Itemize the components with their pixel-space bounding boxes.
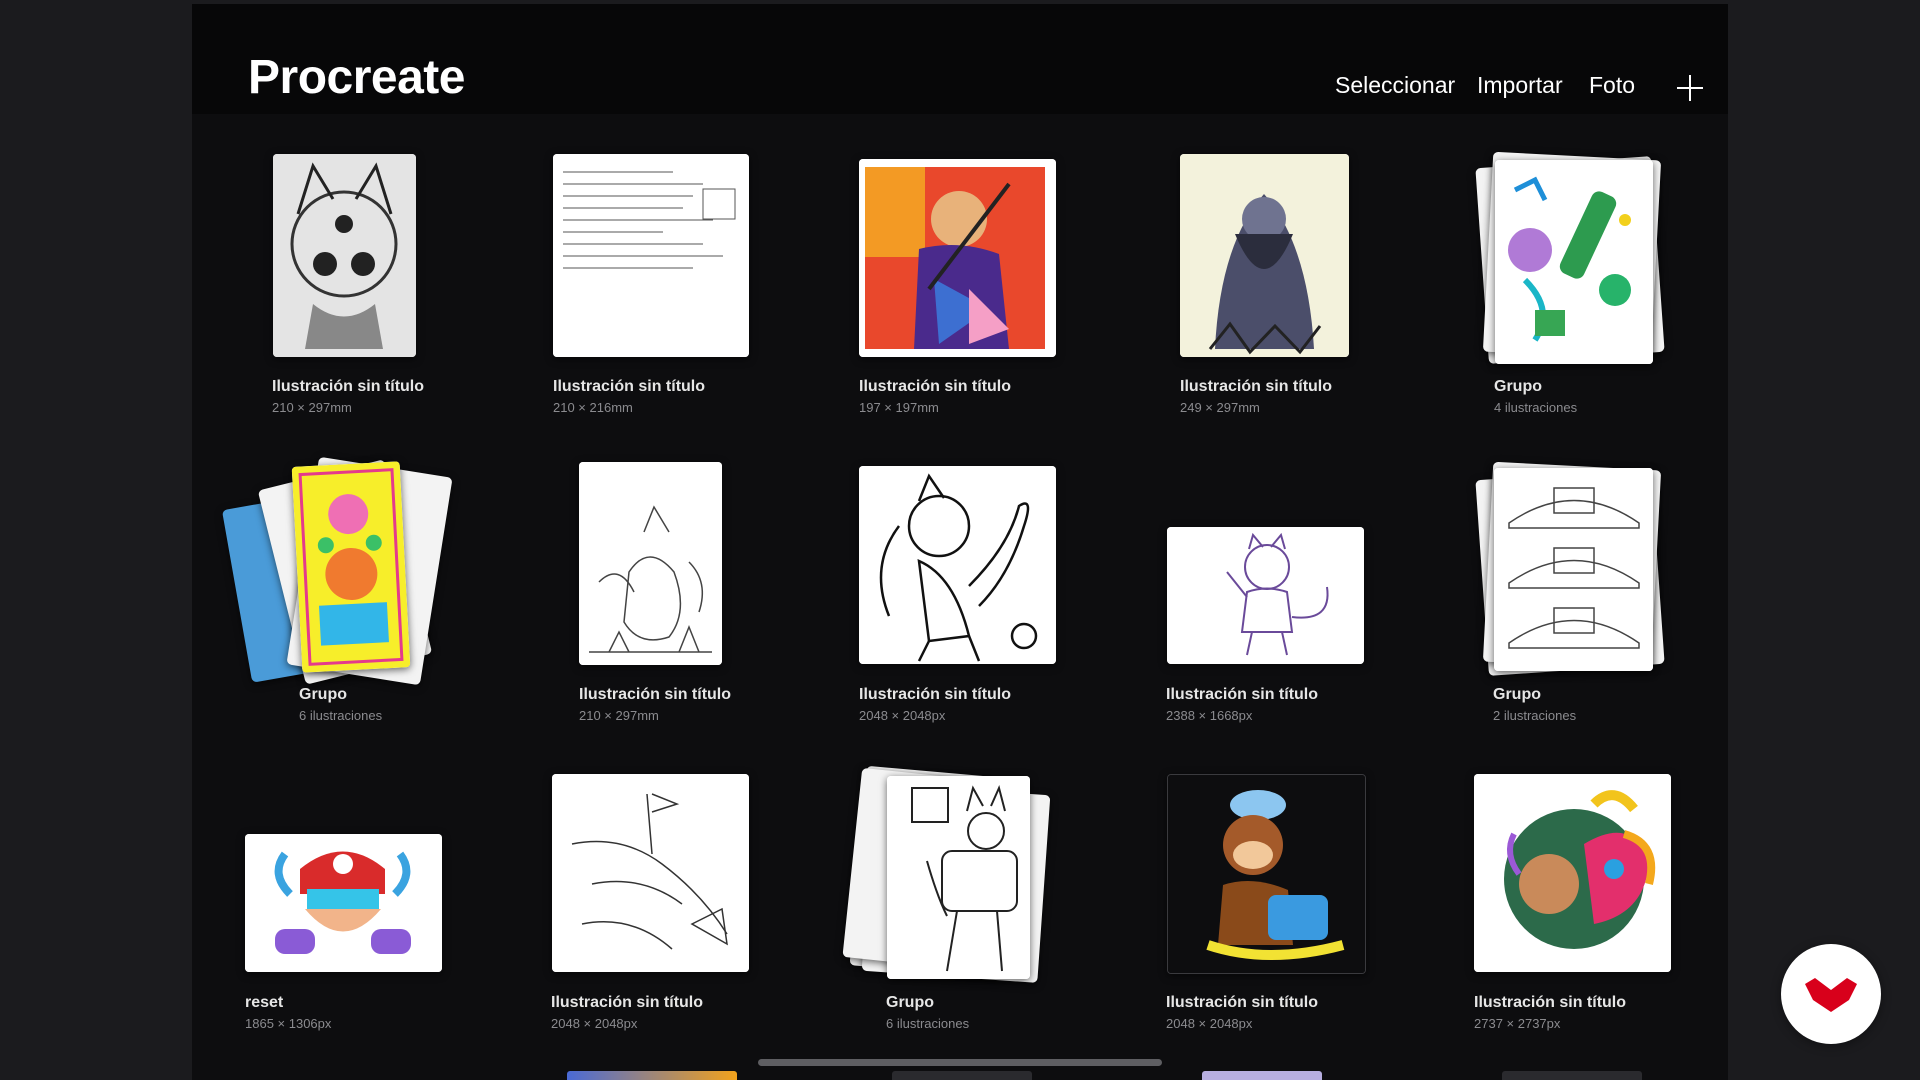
group-title: Grupo <box>886 994 934 1011</box>
select-button[interactable]: Seleccionar <box>1335 72 1455 99</box>
artwork-title: Ilustración sin título <box>551 994 704 1011</box>
artwork-title: Ilustración sin título <box>859 378 1012 395</box>
artwork-size: 2388 × 1668px <box>1166 708 1253 723</box>
artwork-thumbnail[interactable] <box>552 774 749 972</box>
artwork-size: 2048 × 2048px <box>859 708 946 723</box>
artwork-size: 210 × 216mm <box>553 400 633 415</box>
artwork-thumbnail[interactable] <box>553 154 749 357</box>
artwork-thumbnail[interactable] <box>579 462 722 665</box>
artwork-thumbnail[interactable] <box>1167 527 1364 664</box>
group-count: 6 ilustraciones <box>886 1016 970 1031</box>
group-count: 4 ilustraciones <box>1494 400 1578 415</box>
group-title: Grupo <box>1493 686 1541 703</box>
artwork-size: 2048 × 2048px <box>551 1016 638 1031</box>
domestika-logo-icon <box>1805 978 1857 1012</box>
artwork-thumbnail[interactable] <box>245 834 442 972</box>
domestika-badge <box>1781 944 1881 1044</box>
next-row-thumbnail <box>1202 1071 1322 1080</box>
plus-icon[interactable] <box>1674 72 1706 104</box>
group-thumbnail[interactable] <box>1494 468 1653 671</box>
next-row-thumbnail <box>892 1071 1032 1080</box>
group-count: 6 ilustraciones <box>299 708 383 723</box>
artwork-title: Ilustración sin título <box>553 378 706 395</box>
scroll-indicator[interactable] <box>758 1059 1162 1066</box>
artwork-size: 2048 × 2048px <box>1166 1016 1253 1031</box>
import-button[interactable]: Importar <box>1477 72 1563 99</box>
group-thumbnail[interactable] <box>291 461 411 673</box>
artwork-thumbnail[interactable] <box>1180 154 1349 357</box>
artwork-size: 197 × 197mm <box>859 400 939 415</box>
procreate-gallery: Procreate Seleccionar Importar Foto Ilus… <box>192 4 1728 1080</box>
group-thumbnail[interactable] <box>887 776 1030 979</box>
artwork-thumbnail[interactable] <box>859 159 1056 357</box>
artwork-title: Ilustración sin título <box>859 686 1012 703</box>
artwork-title: Ilustración sin título <box>579 686 732 703</box>
group-title: Grupo <box>299 686 347 703</box>
artwork-title: Ilustración sin título <box>272 378 425 395</box>
group-count: 2 ilustraciones <box>1493 708 1577 723</box>
artwork-title: Ilustración sin título <box>1166 686 1319 703</box>
artwork-thumbnail[interactable] <box>273 154 416 357</box>
artwork-title: Ilustración sin título <box>1474 994 1627 1011</box>
artwork-size: 210 × 297mm <box>272 400 352 415</box>
next-row-thumbnail <box>567 1071 737 1080</box>
next-row-thumbnail <box>1502 1071 1642 1080</box>
artwork-title: Ilustración sin título <box>1180 378 1333 395</box>
group-title: Grupo <box>1494 378 1542 395</box>
artwork-size: 2737 × 2737px <box>1474 1016 1561 1031</box>
app-title: Procreate <box>248 51 465 104</box>
group-thumbnail[interactable] <box>1495 160 1653 364</box>
gallery-header: Procreate Seleccionar Importar Foto <box>192 4 1728 114</box>
photo-button[interactable]: Foto <box>1589 72 1635 99</box>
artwork-title: reset <box>245 994 284 1011</box>
artwork-thumbnail[interactable] <box>1167 774 1366 974</box>
artwork-size: 1865 × 1306px <box>245 1016 332 1031</box>
artwork-thumbnail[interactable] <box>1474 774 1671 972</box>
artwork-size: 210 × 297mm <box>579 708 659 723</box>
artwork-title: Ilustración sin título <box>1166 994 1319 1011</box>
artwork-size: 249 × 297mm <box>1180 400 1260 415</box>
artwork-thumbnail[interactable] <box>859 466 1056 664</box>
